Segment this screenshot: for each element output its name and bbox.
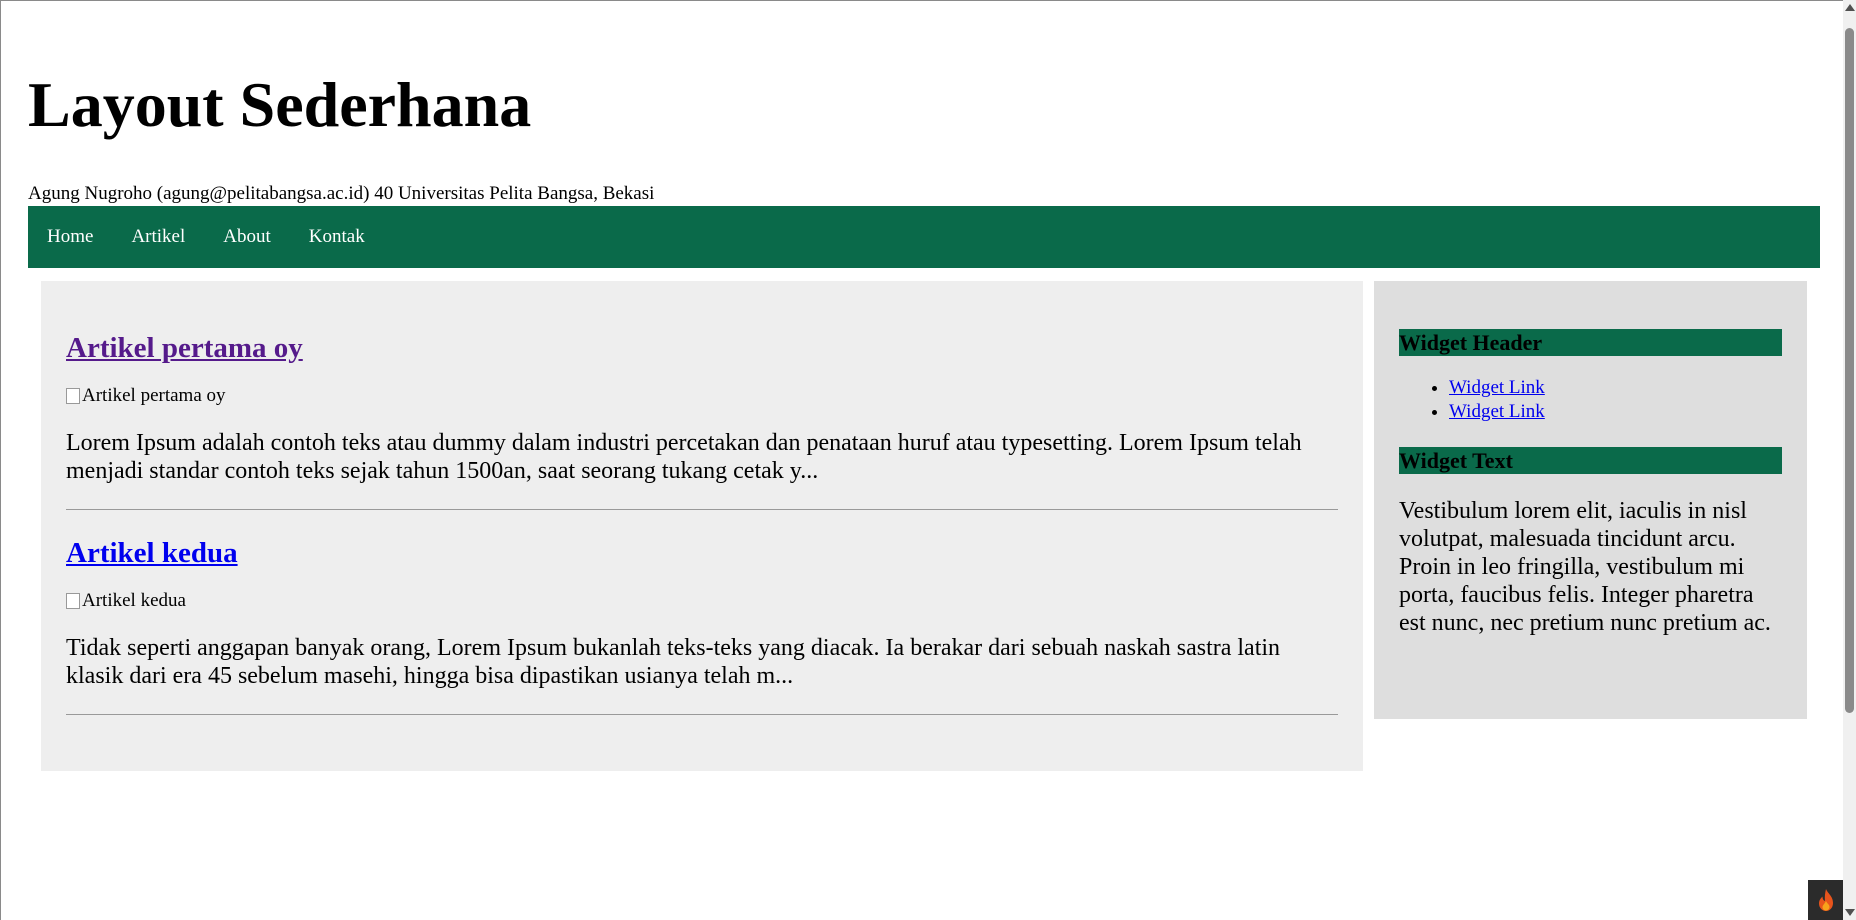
vertical-scrollbar[interactable]: [1843, 0, 1856, 920]
scrollbar-thumb[interactable]: [1845, 28, 1854, 713]
main-nav: Home Artikel About Kontak: [28, 206, 1820, 268]
article-divider: [66, 714, 1338, 715]
article-title: Artikel kedua: [66, 536, 1338, 570]
page: Layout Sederhana Agung Nugroho (agung@pe…: [0, 0, 1843, 920]
widget-link-item: Widget Link: [1449, 376, 1782, 400]
nav-item-kontak: Kontak: [290, 206, 384, 268]
nav-link-home[interactable]: Home: [28, 206, 112, 268]
article-item: Artikel kedua Artikel kedua Tidak sepert…: [66, 510, 1338, 715]
nav-item-about: About: [204, 206, 290, 268]
sidebar: Widget Header Widget Link Widget Link Wi…: [1374, 281, 1807, 719]
widget-text-header: Widget Text: [1399, 447, 1782, 474]
main-content: Artikel pertama oy Artikel pertama oy Lo…: [41, 281, 1363, 771]
scroll-up-arrow-icon[interactable]: [1845, 4, 1855, 11]
nav-item-artikel: Artikel: [112, 206, 204, 268]
widget-link-item: Widget Link: [1449, 400, 1782, 424]
nav-list: Home Artikel About Kontak: [28, 206, 1820, 268]
site-title: Layout Sederhana: [28, 69, 532, 140]
widget-header: Widget Header: [1399, 329, 1782, 356]
broken-image-icon: [66, 593, 80, 609]
widget-link[interactable]: Widget Link: [1449, 377, 1545, 398]
article-image-alt: Artikel kedua: [82, 590, 186, 611]
nav-link-about[interactable]: About: [204, 206, 290, 268]
corner-badge[interactable]: [1808, 880, 1843, 920]
article-excerpt: Lorem Ipsum adalah contoh teks atau dumm…: [66, 430, 1302, 484]
broken-image-icon: [66, 388, 80, 404]
flame-icon: [1818, 889, 1833, 911]
article-excerpt: Tidak seperti anggapan banyak orang, Lor…: [66, 635, 1281, 689]
nav-link-kontak[interactable]: Kontak: [290, 206, 384, 268]
widget-link-list: Widget Link Widget Link: [1399, 376, 1782, 424]
article-title-link[interactable]: Artikel kedua: [66, 537, 238, 569]
site-header: Layout Sederhana: [28, 69, 531, 141]
widget-text: Vestibulum lorem elit, iaculis in nisl v…: [1399, 498, 1771, 636]
site-subtitle: Agung Nugroho (agung@pelitabangsa.ac.id)…: [28, 183, 655, 204]
article-image: Artikel pertama oy: [66, 385, 1338, 407]
article-image-alt: Artikel pertama oy: [82, 385, 226, 406]
widget-link[interactable]: Widget Link: [1449, 401, 1545, 422]
nav-item-home: Home: [28, 206, 112, 268]
article-item: Artikel pertama oy Artikel pertama oy Lo…: [66, 281, 1338, 510]
article-title-link[interactable]: Artikel pertama oy: [66, 332, 303, 364]
article-title: Artikel pertama oy: [66, 331, 1338, 365]
article-image: Artikel kedua: [66, 590, 1338, 612]
scroll-down-arrow-icon[interactable]: [1845, 909, 1855, 916]
nav-link-artikel[interactable]: Artikel: [112, 206, 204, 268]
